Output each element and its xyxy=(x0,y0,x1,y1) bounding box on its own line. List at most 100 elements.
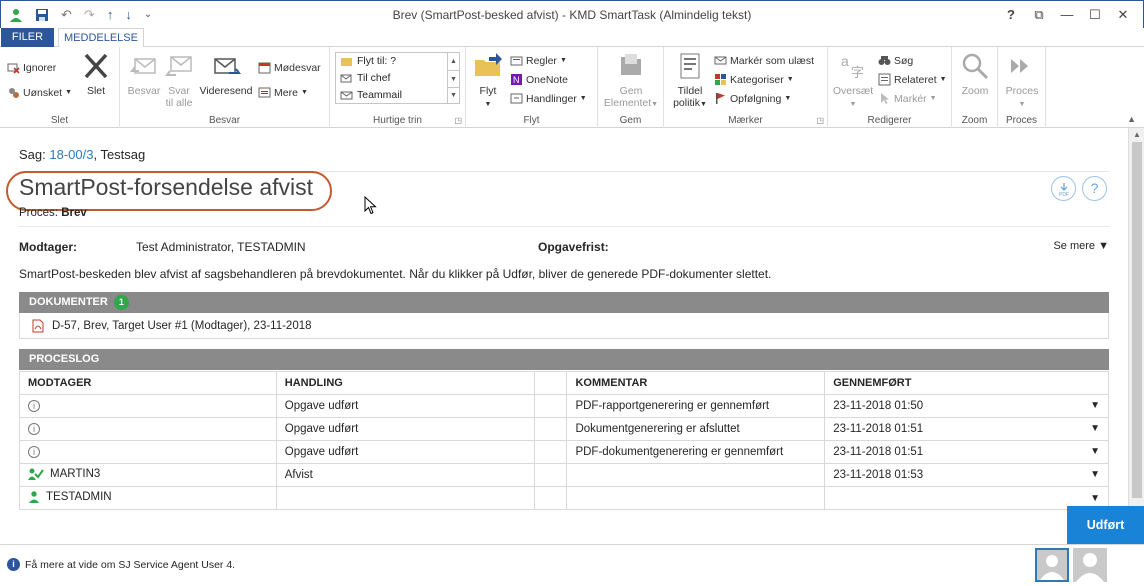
group-besvar: Besvar Svar til alle Videresend Mødesvar… xyxy=(120,47,330,128)
related-button[interactable]: Relateret ▼ xyxy=(878,73,947,86)
minimize-icon[interactable]: — xyxy=(1053,1,1081,29)
categorize-label: Kategoriser xyxy=(730,73,784,86)
maximize-icon[interactable]: ☐ xyxy=(1081,1,1109,29)
save-item-button[interactable]: Gem Elementet▼ xyxy=(602,51,660,111)
down-arrow-icon[interactable]: ↓ xyxy=(125,1,132,29)
scroll-thumb[interactable] xyxy=(1132,142,1142,498)
scroll-up-icon[interactable]: ▲ xyxy=(1129,130,1144,139)
reply-icon xyxy=(130,58,156,74)
customize-qat-icon[interactable]: ⌄ xyxy=(144,1,152,29)
avatar[interactable] xyxy=(1035,548,1069,582)
title-bar: ↶ ↷ ↑ ↓ ⌄ Brev (SmartPost-besked afvist)… xyxy=(0,0,1144,28)
table-row[interactable]: i Opgave udført Dokumentgenerering er af… xyxy=(19,417,1109,441)
avatar[interactable] xyxy=(1073,548,1107,582)
caret-down-icon: ▼ xyxy=(1098,240,1109,252)
ignore-button[interactable]: Ignorer xyxy=(7,61,56,74)
tab-filer[interactable]: FILER xyxy=(1,28,54,47)
assign-policy-button[interactable]: Tildel politik▼ xyxy=(670,51,710,111)
case-number-link[interactable]: 18-00/3 xyxy=(49,147,93,162)
vertical-scrollbar[interactable]: ▲ ▼ xyxy=(1128,128,1144,544)
save-item-label-2: Elementet xyxy=(603,97,652,109)
find-button[interactable]: Søg xyxy=(878,54,913,67)
dialog-launcher-icon[interactable]: ◳ xyxy=(454,116,462,125)
meeting-reply-label: Mødesvar xyxy=(274,61,321,74)
help-button[interactable]: ? xyxy=(1082,176,1107,201)
rules-button[interactable]: Regler ▼ xyxy=(510,54,567,67)
cell-gennemfort: 23-11-2018 01:53 xyxy=(833,469,924,481)
complete-button[interactable]: Udført xyxy=(1067,506,1144,544)
people-pane-info[interactable]: i Få mere at vide om SJ Service Agent Us… xyxy=(7,558,235,571)
chevron-down-icon: ▼ xyxy=(849,101,857,108)
dialog-launcher-icon[interactable]: ◳ xyxy=(816,116,824,125)
junk-button[interactable]: Uønsket ▼ xyxy=(7,86,72,99)
column-header-kommentar: KOMMENTAR xyxy=(566,371,826,395)
ignore-label: Ignorer xyxy=(23,61,57,74)
translate-button[interactable]: a字 Oversæt ▼ xyxy=(830,51,876,111)
more-reply-button[interactable]: Mere ▼ xyxy=(258,86,308,99)
row-expand-icon[interactable]: ▼ xyxy=(1090,469,1100,480)
row-expand-icon[interactable]: ▼ xyxy=(1090,400,1100,411)
zoom-button[interactable]: Zoom xyxy=(956,51,994,97)
close-icon[interactable]: ✕ xyxy=(1109,1,1137,29)
row-expand-icon[interactable]: ▼ xyxy=(1090,493,1100,504)
user-icon[interactable] xyxy=(9,8,23,22)
see-more-button[interactable]: Se mere ▼ xyxy=(1053,240,1109,252)
forward-icon xyxy=(214,58,241,74)
quickstep-team-mail[interactable]: Teammail xyxy=(336,87,459,104)
quick-steps-scroll[interactable]: ▲ ▼ ▼ xyxy=(447,53,459,103)
quickstep-to-manager[interactable]: Til chef xyxy=(336,70,459,87)
mark-unread-button[interactable]: Markér som ulæst xyxy=(714,54,814,67)
ribbon: Ignorer Uønsket ▼ Slet Slet Besvar Svar t… xyxy=(0,47,1144,128)
row-expand-icon[interactable]: ▼ xyxy=(1090,446,1100,457)
ribbon-display-icon[interactable]: ⧉ xyxy=(1025,1,1053,29)
process-label: Proces: xyxy=(19,207,62,219)
document-item[interactable]: D-57, Brev, Target User #1 (Modtager), 2… xyxy=(19,314,1109,339)
cell-kommentar xyxy=(566,463,826,487)
quickstep-move-to-label: Flyt til: ? xyxy=(357,55,397,67)
quickstep-move-to[interactable]: Flyt til: ? xyxy=(336,53,459,70)
pdf-button[interactable]: PDF xyxy=(1051,176,1076,201)
categorize-button[interactable]: Kategoriser ▼ xyxy=(714,73,794,86)
onenote-button[interactable]: N OneNote xyxy=(510,73,568,86)
case-line: Sag: 18-00/3, Testsag xyxy=(19,147,145,162)
column-header-modtager: MODTAGER xyxy=(19,371,277,395)
process-label: Proces xyxy=(1005,85,1039,97)
group-label-redigerer: Redigerer xyxy=(867,115,912,126)
meeting-reply-button[interactable]: Mødesvar xyxy=(258,61,321,74)
table-row[interactable]: MARTIN3 Afvist 23-11-2018 01:53 ▼ xyxy=(19,463,1109,487)
rules-icon xyxy=(510,56,523,66)
save-icon[interactable] xyxy=(35,8,49,22)
select-button[interactable]: Markér ▼ xyxy=(878,92,937,105)
redo-icon[interactable]: ↷ xyxy=(84,1,95,29)
cell-empty xyxy=(534,417,568,441)
table-row[interactable]: TESTADMIN ▼ xyxy=(19,486,1109,510)
reply-all-button[interactable]: Svar til alle xyxy=(162,51,196,109)
up-arrow-icon[interactable]: ↑ xyxy=(107,1,114,29)
onenote-label: OneNote xyxy=(526,73,569,86)
svg-text:a: a xyxy=(841,53,849,69)
user-check-icon xyxy=(28,468,44,480)
row-expand-icon[interactable]: ▼ xyxy=(1090,423,1100,434)
table-row[interactable]: i Opgave udført PDF-rapportgenerering er… xyxy=(19,394,1109,418)
junk-label: Uønsket xyxy=(23,86,63,99)
process-button[interactable]: Proces ▼ xyxy=(1002,51,1042,111)
delete-button[interactable]: Slet xyxy=(80,51,112,97)
reply-button[interactable]: Besvar xyxy=(124,51,164,97)
process-line: Proces: Brev xyxy=(19,207,87,219)
column-header-gennemfort: GENNEMFØRT xyxy=(824,371,1109,395)
tab-meddelelse[interactable]: MEDDELELSE xyxy=(58,28,144,48)
help-icon[interactable]: ? xyxy=(997,1,1025,29)
document-link[interactable]: D-57, Brev, Target User #1 (Modtager), 2… xyxy=(52,314,312,338)
group-gem: Gem Elementet▼ Gem xyxy=(598,47,664,128)
move-button[interactable]: Flyt ▼ xyxy=(472,51,504,111)
undo-icon[interactable]: ↶ xyxy=(61,1,72,29)
actions-button[interactable]: Handlinger ▼ xyxy=(510,92,587,105)
find-label: Søg xyxy=(894,54,914,67)
move-label: Flyt xyxy=(479,85,497,97)
cell-modtager: TESTADMIN xyxy=(46,490,112,503)
forward-button[interactable]: Videresend xyxy=(198,51,254,97)
follow-up-button[interactable]: Opfølgning ▼ xyxy=(714,92,791,105)
table-row[interactable]: i Opgave udført PDF-dokumentgenerering e… xyxy=(19,440,1109,464)
collapse-ribbon-icon[interactable]: ▲ xyxy=(1127,114,1136,124)
window-controls: ? ⧉ — ☐ ✕ xyxy=(997,1,1137,29)
